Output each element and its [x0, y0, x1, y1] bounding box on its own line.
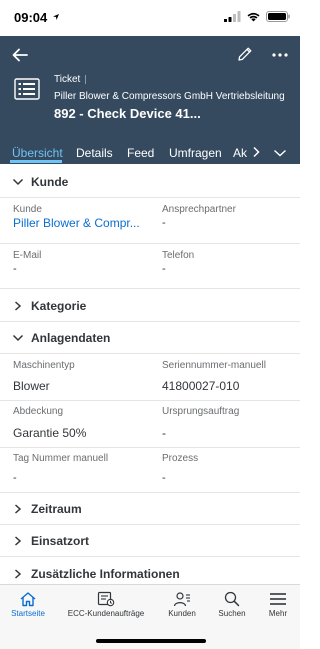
- tab-uebersicht[interactable]: Übersicht: [12, 146, 63, 160]
- field-value-telefon: -: [162, 263, 166, 275]
- nav-label: Startseite: [11, 609, 45, 618]
- chevron-down-icon: [12, 178, 24, 186]
- field-label-email: E-Mail: [13, 250, 42, 261]
- section-title: Anlagendaten: [31, 331, 111, 345]
- field-label-telefon: Telefon: [162, 250, 195, 261]
- status-indicators: [224, 11, 290, 22]
- field-label-ansprechpartner: Ansprechpartner: [162, 204, 236, 215]
- nav-label: Kunden: [168, 609, 196, 618]
- field-value-email: -: [13, 263, 17, 275]
- battery-icon: [266, 11, 290, 22]
- home-indicator: [96, 639, 206, 643]
- menu-icon: [270, 593, 286, 605]
- object-type: Ticket: [54, 74, 81, 85]
- chevron-right-icon[interactable]: [251, 146, 261, 158]
- wifi-icon: [247, 12, 260, 22]
- chevron-right-icon: [15, 536, 22, 546]
- field-label-maschinentyp: Maschinentyp: [13, 360, 75, 371]
- chevron-right-icon: [15, 301, 22, 311]
- status-time: 09:04: [14, 10, 48, 25]
- section-kunde[interactable]: Kunde: [0, 166, 300, 198]
- nav-kunden[interactable]: Kunden: [160, 585, 204, 625]
- field-label-kunde: Kunde: [13, 204, 42, 215]
- tab-ak[interactable]: Ak: [233, 146, 247, 160]
- customers-icon: [173, 592, 190, 607]
- type-separator: [85, 75, 86, 84]
- object-company: Piller Blower & Compressors GmbH Vertrie…: [54, 91, 285, 102]
- section-kategorie[interactable]: Kategorie: [0, 290, 300, 322]
- section-title: Zeitraum: [31, 502, 82, 516]
- row-divider: [0, 243, 300, 244]
- field-value-maschinentyp: Blower: [13, 379, 50, 393]
- field-value-seriennummer: 41800027-010: [162, 379, 240, 393]
- section-einsatzort[interactable]: Einsatzort: [0, 525, 300, 557]
- more-icon[interactable]: [270, 46, 290, 62]
- field-value-ansprechpartner: -: [162, 217, 166, 229]
- nav-mehr[interactable]: Mehr: [256, 585, 300, 625]
- section-title: Kunde: [31, 175, 69, 189]
- ticket-list-icon: [14, 78, 40, 100]
- field-value-ursprungsauftrag: -: [162, 426, 166, 440]
- nav-startseite[interactable]: Startseite: [4, 585, 52, 625]
- field-label-seriennummer: Seriennummer-manuell: [162, 360, 266, 371]
- chevron-down-icon: [12, 334, 24, 342]
- section-title: Einsatzort: [31, 534, 90, 548]
- chevron-down-icon[interactable]: [273, 148, 287, 158]
- search-icon: [224, 591, 240, 607]
- object-page-content: Kunde Kunde Piller Blower & Compr... Ans…: [0, 164, 300, 584]
- field-value-prozess: -: [162, 472, 166, 484]
- field-label-tag-nummer: Tag Nummer manuell: [13, 453, 109, 464]
- back-arrow-icon[interactable]: [10, 45, 30, 65]
- chevron-right-icon: [15, 504, 22, 514]
- nav-suchen[interactable]: Suchen: [210, 585, 254, 625]
- tab-details[interactable]: Details: [76, 146, 113, 160]
- section-title: Zusätzliche Informationen: [31, 567, 180, 581]
- row-divider: [0, 288, 300, 289]
- status-bar: 09:04: [0, 0, 300, 36]
- object-title: 892 - Check Device 41...: [54, 106, 201, 121]
- field-label-abdeckung: Abdeckung: [13, 406, 64, 417]
- cellular-signal-icon: [224, 11, 241, 22]
- row-divider: [0, 400, 300, 401]
- section-title: Kategorie: [31, 299, 87, 313]
- field-label-prozess: Prozess: [162, 453, 199, 464]
- nav-label: Suchen: [218, 609, 246, 618]
- field-value-abdeckung: Garantie 50%: [13, 426, 87, 440]
- object-header: Ticket Piller Blower & Compressors GmbH …: [0, 36, 300, 164]
- row-divider: [0, 447, 300, 448]
- pencil-icon[interactable]: [236, 45, 254, 63]
- customer-link[interactable]: Piller Blower & Compr...: [13, 216, 140, 230]
- orders-icon: [97, 591, 115, 607]
- active-tab-indicator: [10, 160, 62, 163]
- nav-label: Mehr: [268, 609, 288, 618]
- chevron-right-icon: [15, 569, 22, 579]
- section-zusaetzliche-informationen[interactable]: Zusätzliche Informationen: [0, 558, 300, 584]
- location-arrow-icon: [53, 14, 59, 20]
- section-anlagendaten[interactable]: Anlagendaten: [0, 322, 300, 354]
- home-icon: [20, 592, 36, 607]
- tab-feed[interactable]: Feed: [127, 146, 154, 160]
- field-value-tag-nummer: -: [13, 472, 17, 484]
- tab-umfragen[interactable]: Umfragen: [169, 146, 222, 160]
- nav-label: ECC-Kundenaufträge: [67, 609, 145, 618]
- field-label-ursprungsauftrag: Ursprungsauftrag: [162, 406, 240, 417]
- nav-ecc-kundenauftraege[interactable]: ECC-Kundenaufträge: [64, 585, 148, 625]
- section-zeitraum[interactable]: Zeitraum: [0, 493, 300, 525]
